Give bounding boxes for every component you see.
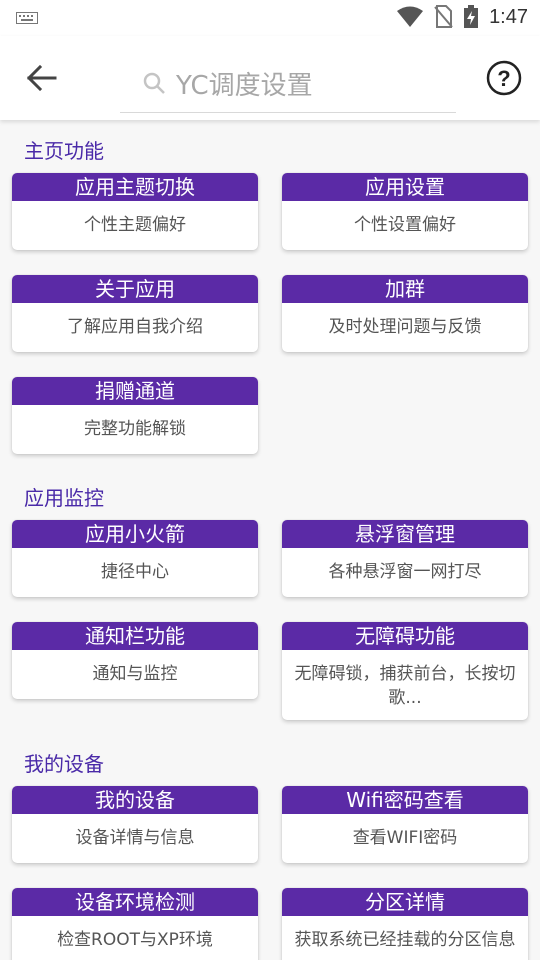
keyboard-icon <box>16 12 38 24</box>
card-title: 分区详情 <box>282 888 528 916</box>
wifi-icon <box>397 6 424 27</box>
card-title: 应用设置 <box>282 173 528 201</box>
search-bar[interactable]: YC调度设置 <box>120 54 456 113</box>
section-title-device: 我的设备 <box>24 752 104 776</box>
section-title-home: 主页功能 <box>24 139 104 163</box>
card-donate[interactable]: 捐赠通道 完整功能解锁 <box>12 377 258 454</box>
card-desc: 设备详情与信息 <box>75 828 195 848</box>
card-app-settings[interactable]: 应用设置 个性设置偏好 <box>282 173 528 250</box>
card-my-device[interactable]: 我的设备 设备详情与信息 <box>12 786 258 863</box>
status-time: 1:47 <box>489 5 528 28</box>
battery-charging-icon <box>464 5 479 28</box>
card-desc: 了解应用自我介绍 <box>67 317 203 337</box>
card-title: 加群 <box>282 275 528 303</box>
card-title: 捐赠通道 <box>12 377 258 405</box>
search-input[interactable]: YC调度设置 <box>176 65 313 102</box>
card-notification[interactable]: 通知栏功能 通知与监控 <box>12 622 258 699</box>
card-desc: 查看WIFI密码 <box>352 828 458 848</box>
search-icon <box>143 72 165 94</box>
card-desc: 通知与监控 <box>92 664 178 684</box>
card-title: 悬浮窗管理 <box>282 520 528 548</box>
svg-text:?: ? <box>497 66 510 91</box>
card-env-check[interactable]: 设备环境检测 检查ROOT与XP环境 <box>12 888 258 960</box>
card-title: 应用小火箭 <box>12 520 258 548</box>
card-desc: 检查ROOT与XP环境 <box>57 930 213 950</box>
card-about-app[interactable]: 关于应用 了解应用自我介绍 <box>12 275 258 352</box>
app-bar: YC调度设置 ? <box>0 36 540 120</box>
card-partition-details[interactable]: 分区详情 获取系统已经挂载的分区信息 <box>282 888 528 960</box>
card-title: Wifi密码查看 <box>282 786 528 814</box>
no-sim-icon <box>434 5 453 28</box>
card-title: 设备环境检测 <box>12 888 258 916</box>
card-desc: 完整功能解锁 <box>84 419 186 439</box>
card-title: 通知栏功能 <box>12 622 258 650</box>
back-arrow-icon[interactable] <box>26 64 58 92</box>
card-desc: 获取系统已经挂载的分区信息 <box>294 930 516 950</box>
card-desc: 及时处理问题与反馈 <box>328 317 482 337</box>
card-theme-switch[interactable]: 应用主题切换 个性主题偏好 <box>12 173 258 250</box>
section-title-monitor: 应用监控 <box>24 486 104 510</box>
card-desc: 捷径中心 <box>101 562 169 582</box>
card-title: 我的设备 <box>12 786 258 814</box>
card-desc: 个性设置偏好 <box>354 215 456 235</box>
card-title: 应用主题切换 <box>12 173 258 201</box>
card-accessibility[interactable]: 无障碍功能 无障碍锁，捕获前台，长按切歌... <box>282 622 528 720</box>
card-desc: 各种悬浮窗一网打尽 <box>328 562 482 582</box>
card-wifi-password[interactable]: Wifi密码查看 查看WIFI密码 <box>282 786 528 863</box>
status-bar: 1:47 <box>0 0 540 36</box>
card-desc: 个性主题偏好 <box>84 215 186 235</box>
card-floating-window[interactable]: 悬浮窗管理 各种悬浮窗一网打尽 <box>282 520 528 597</box>
help-icon[interactable]: ? <box>486 60 522 96</box>
card-join-group[interactable]: 加群 及时处理问题与反馈 <box>282 275 528 352</box>
card-desc: 无障碍锁，捕获前台，长按切歌... <box>294 664 516 708</box>
card-app-rocket[interactable]: 应用小火箭 捷径中心 <box>12 520 258 597</box>
content-area: 主页功能 应用主题切换 个性主题偏好 应用设置 个性设置偏好 关于应用 了解应用… <box>0 120 540 960</box>
card-title: 无障碍功能 <box>282 622 528 650</box>
card-title: 关于应用 <box>12 275 258 303</box>
